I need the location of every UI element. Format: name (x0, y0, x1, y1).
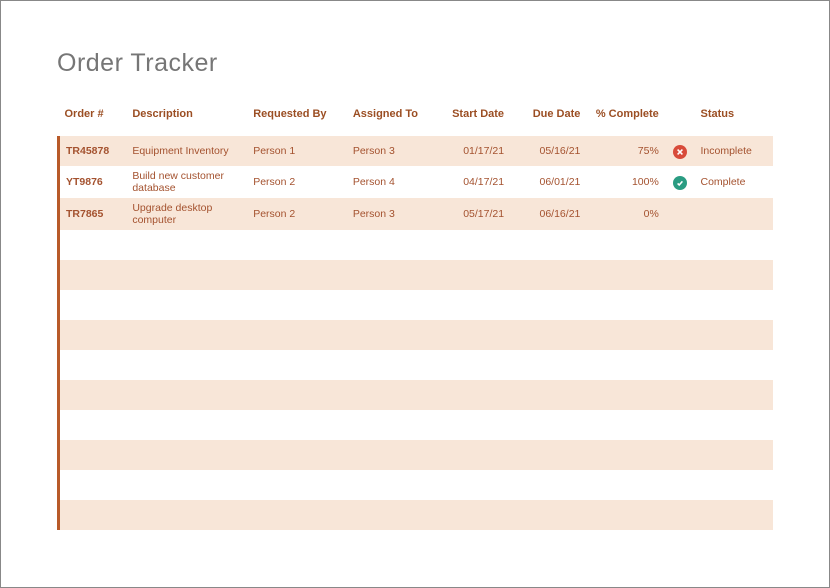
cell-empty (59, 440, 127, 470)
cell-empty (59, 500, 127, 530)
cell-due-date: 06/16/21 (510, 198, 586, 230)
cell-due-date: 05/16/21 (510, 136, 586, 166)
table-row-empty[interactable] (59, 230, 774, 260)
cell-pct-complete: 0% (586, 198, 664, 230)
table-row-empty[interactable] (59, 410, 774, 440)
cell-assigned-to: Person 3 (347, 136, 434, 166)
cell-description: Equipment Inventory (126, 136, 247, 166)
cell-empty (59, 470, 127, 500)
cell-empty (59, 380, 127, 410)
table-row[interactable]: YT9876Build new customer databasePerson … (59, 166, 774, 198)
cell-empty (59, 290, 127, 320)
col-pct-complete[interactable]: % Complete (586, 98, 664, 136)
cell-order: TR7865 (59, 198, 127, 230)
table-body: TR45878Equipment InventoryPerson 1Person… (59, 136, 774, 530)
order-table-wrap: Order # Description Requested By Assigne… (57, 98, 773, 530)
cell-status-icon (665, 198, 695, 230)
table-row[interactable]: TR7865Upgrade desktop computerPerson 2Pe… (59, 198, 774, 230)
cell-assigned-to: Person 3 (347, 198, 434, 230)
cell-assigned-to: Person 4 (347, 166, 434, 198)
table-row-empty[interactable] (59, 470, 774, 500)
col-order[interactable]: Order # (59, 98, 127, 136)
page-title: Order Tracker (57, 49, 773, 78)
table-header: Order # Description Requested By Assigne… (59, 98, 774, 136)
cell-requested-by: Person 1 (247, 136, 347, 166)
cell-description: Build new customer database (126, 166, 247, 198)
check-circle-icon (673, 176, 687, 190)
table-row-empty[interactable] (59, 290, 774, 320)
table-row-empty[interactable] (59, 350, 774, 380)
table-row-empty[interactable] (59, 320, 774, 350)
order-table: Order # Description Requested By Assigne… (57, 98, 773, 530)
cell-empty (59, 230, 127, 260)
cell-start-date: 01/17/21 (434, 136, 510, 166)
cell-status (694, 198, 773, 230)
col-description[interactable]: Description (126, 98, 247, 136)
table-row-empty[interactable] (59, 500, 774, 530)
col-status-icon (665, 98, 695, 136)
cell-status-icon (665, 136, 695, 166)
cell-order: TR45878 (59, 136, 127, 166)
cell-due-date: 06/01/21 (510, 166, 586, 198)
cell-description: Upgrade desktop computer (126, 198, 247, 230)
cell-requested-by: Person 2 (247, 166, 347, 198)
x-circle-icon (673, 145, 687, 159)
cell-start-date: 05/17/21 (434, 198, 510, 230)
col-start-date[interactable]: Start Date (434, 98, 510, 136)
cell-empty (59, 410, 127, 440)
col-due-date[interactable]: Due Date (510, 98, 586, 136)
cell-order: YT9876 (59, 166, 127, 198)
col-assigned-to[interactable]: Assigned To (347, 98, 434, 136)
table-row-empty[interactable] (59, 260, 774, 290)
cell-status-icon (665, 166, 695, 198)
table-row-empty[interactable] (59, 380, 774, 410)
cell-empty (59, 260, 127, 290)
cell-status: Complete (694, 166, 773, 198)
table-row-empty[interactable] (59, 440, 774, 470)
cell-start-date: 04/17/21 (434, 166, 510, 198)
table-row[interactable]: TR45878Equipment InventoryPerson 1Person… (59, 136, 774, 166)
cell-pct-complete: 100% (586, 166, 664, 198)
cell-status: Incomplete (694, 136, 773, 166)
cell-pct-complete: 75% (586, 136, 664, 166)
cell-requested-by: Person 2 (247, 198, 347, 230)
col-requested-by[interactable]: Requested By (247, 98, 347, 136)
col-status[interactable]: Status (694, 98, 773, 136)
cell-empty (59, 350, 127, 380)
cell-empty (59, 320, 127, 350)
